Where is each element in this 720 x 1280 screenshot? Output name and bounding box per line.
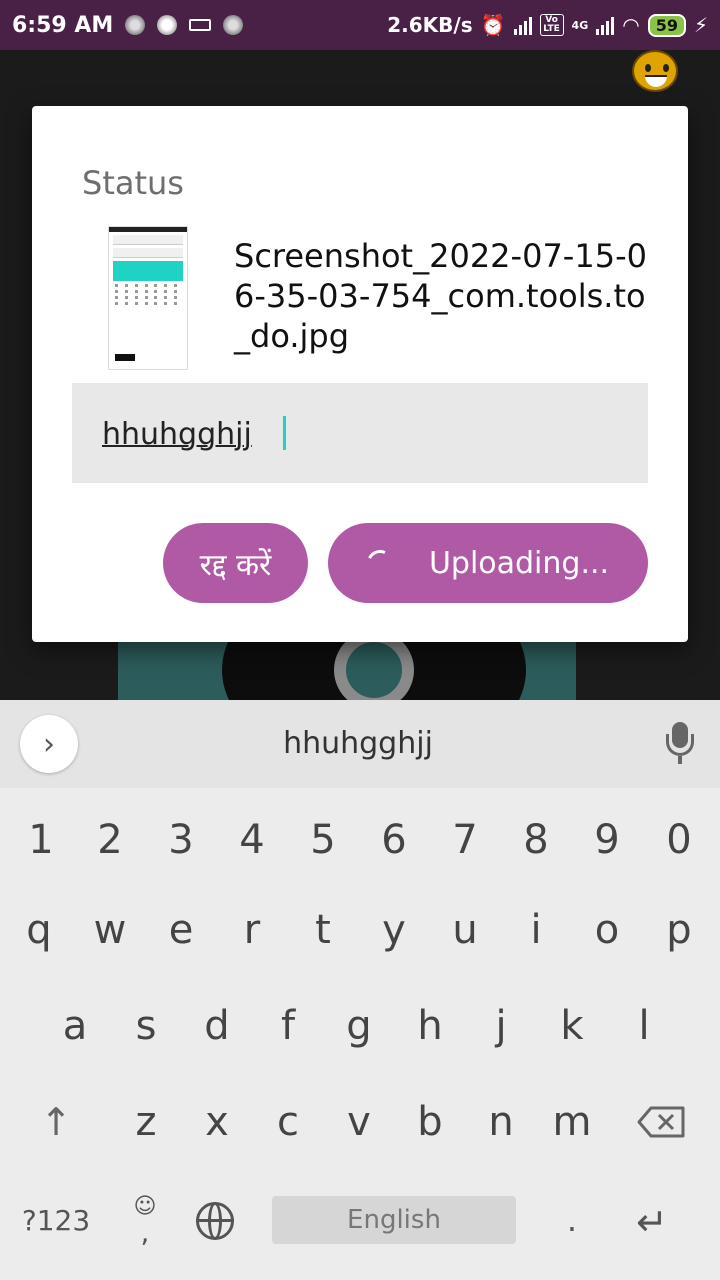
key-w[interactable]: w <box>74 882 146 978</box>
key-u[interactable]: u <box>429 882 501 978</box>
status-dialog: Status Screenshot_2022-07-15-06-35-03-75… <box>32 106 688 642</box>
keyboard-notification-icon <box>189 19 212 31</box>
key-c[interactable]: c <box>252 1074 324 1170</box>
key-f[interactable]: f <box>252 978 324 1074</box>
sync-icon <box>157 15 178 35</box>
letter-row-1: q w e r t y u i o p <box>0 882 720 978</box>
key-1[interactable]: 1 <box>5 792 77 888</box>
key-i[interactable]: i <box>500 882 572 978</box>
key-t[interactable]: t <box>287 882 359 978</box>
key-n[interactable]: n <box>465 1074 537 1170</box>
key-8[interactable]: 8 <box>500 792 572 888</box>
cancel-button-label: रद्द करें <box>199 547 272 583</box>
key-q[interactable]: q <box>3 882 75 978</box>
comma-label: , <box>140 1216 150 1249</box>
battery-icon: 59 <box>647 13 686 37</box>
backspace-icon[interactable] <box>637 1106 685 1138</box>
network-type: 4G <box>571 18 589 32</box>
notification-icon <box>125 15 146 35</box>
space-bar[interactable]: English <box>272 1196 516 1244</box>
cancel-button[interactable]: रद्द करें <box>163 523 308 603</box>
volte-icon: Vo LTE <box>539 14 564 36</box>
dialog-title: Status <box>82 164 184 202</box>
alarm-icon: ⏰ <box>480 13 506 37</box>
key-3[interactable]: 3 <box>145 792 217 888</box>
key-7[interactable]: 7 <box>429 792 501 888</box>
key-y[interactable]: y <box>358 882 430 978</box>
key-a[interactable]: a <box>39 978 111 1074</box>
upload-button-label: Uploading... <box>428 545 610 581</box>
charging-icon: ⚡ <box>693 13 708 37</box>
key-0[interactable]: 0 <box>643 792 715 888</box>
status-input-value: hhuhgghjj <box>102 417 252 452</box>
letter-row-3: ↑ z x c v b n m <box>0 1074 720 1170</box>
suggestion-bar: › hhuhgghjj <box>0 700 720 788</box>
number-row: 1 2 3 4 5 6 7 8 9 0 <box>0 792 720 888</box>
wifi-icon: ◠ <box>622 13 640 37</box>
text-caret <box>283 416 286 450</box>
status-time: 6:59 AM <box>12 12 114 38</box>
key-v[interactable]: v <box>323 1074 395 1170</box>
key-j[interactable]: j <box>465 978 537 1074</box>
upload-button[interactable]: Uploading... <box>328 523 648 603</box>
key-5[interactable]: 5 <box>287 792 359 888</box>
key-9[interactable]: 9 <box>571 792 643 888</box>
loading-spinner-icon <box>363 546 397 580</box>
symbols-key[interactable]: ?123 <box>20 1172 92 1268</box>
key-z[interactable]: z <box>110 1074 182 1170</box>
chevron-right-icon[interactable]: › <box>20 715 78 773</box>
shift-arrow-icon[interactable]: ↑ <box>20 1074 92 1170</box>
letter-row-2: a s d f g h j k l <box>0 978 720 1074</box>
space-bar-label: English <box>347 1205 441 1235</box>
signal-icon-2 <box>596 15 615 35</box>
emoji-comma-key[interactable]: ☺ , <box>109 1172 181 1268</box>
image-thumbnail <box>108 226 188 370</box>
status-input[interactable]: hhuhgghjj <box>72 383 648 483</box>
notification-icon-2 <box>223 15 244 35</box>
key-m[interactable]: m <box>536 1074 608 1170</box>
key-p[interactable]: p <box>643 882 715 978</box>
key-6[interactable]: 6 <box>358 792 430 888</box>
keyboard: › hhuhgghjj 1 2 3 4 5 6 7 8 9 0 q w e r … <box>0 700 720 1280</box>
status-bar: 6:59 AM 2.6KB/s ⏰ Vo LTE 4G ◠ 59 ⚡ <box>0 0 720 50</box>
key-2[interactable]: 2 <box>74 792 146 888</box>
key-k[interactable]: k <box>536 978 608 1074</box>
file-name: Screenshot_2022-07-15-06-35-03-754_com.t… <box>234 237 647 355</box>
key-e[interactable]: e <box>145 882 217 978</box>
enter-icon[interactable]: ↵ <box>636 1200 684 1244</box>
signal-icon <box>513 15 532 35</box>
key-l[interactable]: l <box>608 978 680 1074</box>
globe-icon[interactable] <box>196 1202 234 1240</box>
key-h[interactable]: h <box>394 978 466 1074</box>
period-key[interactable]: . <box>536 1172 608 1268</box>
suggestion-word[interactable]: hhuhgghjj <box>200 726 516 761</box>
key-4[interactable]: 4 <box>216 792 288 888</box>
emoji-icon <box>632 50 678 92</box>
key-s[interactable]: s <box>110 978 182 1074</box>
background-ring <box>334 630 414 710</box>
key-g[interactable]: g <box>323 978 395 1074</box>
network-speed: 2.6KB/s <box>387 13 473 37</box>
key-o[interactable]: o <box>571 882 643 978</box>
key-r[interactable]: r <box>216 882 288 978</box>
key-x[interactable]: x <box>181 1074 253 1170</box>
key-b[interactable]: b <box>394 1074 466 1170</box>
key-d[interactable]: d <box>181 978 253 1074</box>
microphone-icon[interactable] <box>660 722 700 766</box>
